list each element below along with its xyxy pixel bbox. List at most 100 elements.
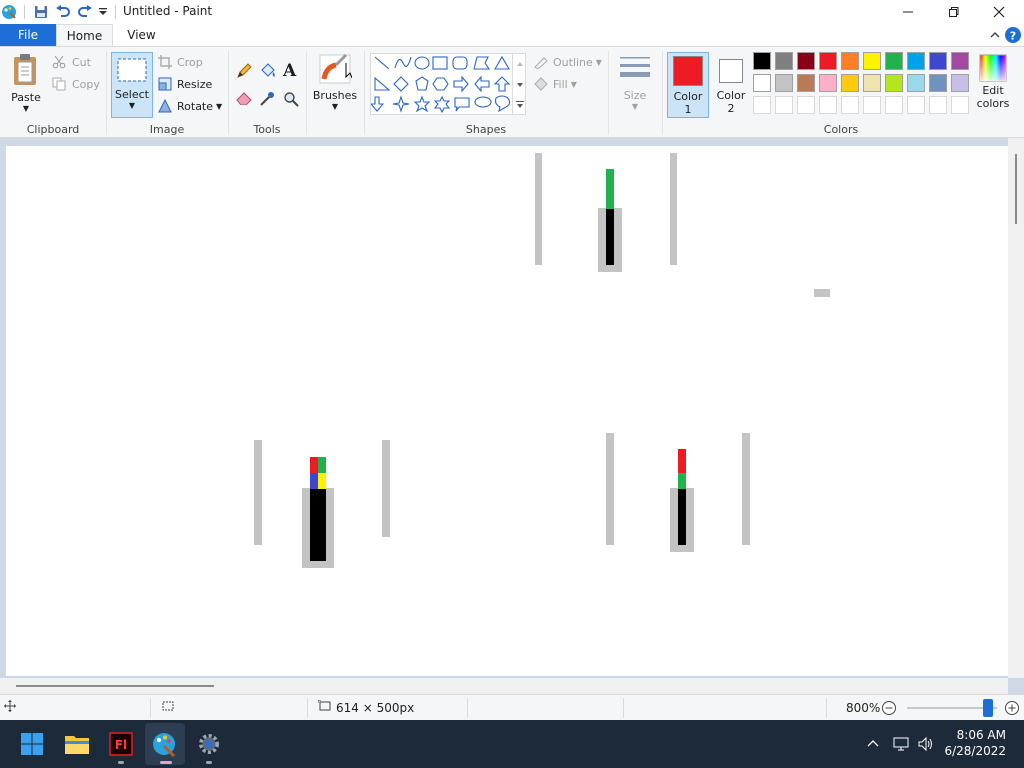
zoom-out-button[interactable] — [881, 700, 897, 719]
fill-bucket-icon[interactable] — [259, 63, 277, 79]
palette-swatch[interactable] — [841, 74, 859, 92]
maximize-button[interactable] — [930, 0, 976, 24]
palette-swatch[interactable] — [753, 74, 771, 92]
palette-swatch-empty[interactable] — [885, 96, 903, 114]
resize-button[interactable]: Resize — [158, 77, 212, 91]
color1-button[interactable]: Color 1 — [667, 52, 709, 118]
pixel-bar — [678, 449, 686, 473]
palette-swatch[interactable] — [775, 52, 793, 70]
palette-swatch[interactable] — [753, 52, 771, 70]
separator — [826, 698, 827, 718]
cut-button[interactable]: Cut — [52, 55, 91, 69]
copy-button[interactable]: Copy — [52, 77, 100, 91]
palette-swatch[interactable] — [885, 74, 903, 92]
pixel-bar — [310, 473, 318, 489]
palette-swatch[interactable] — [863, 52, 881, 70]
color1-number: 1 — [684, 103, 692, 116]
tab-home[interactable]: Home — [56, 24, 113, 46]
drawing-canvas[interactable] — [6, 146, 1008, 676]
paint-taskbar-button[interactable] — [149, 728, 181, 760]
save-icon[interactable] — [32, 3, 50, 21]
palette-swatch-empty[interactable] — [951, 96, 969, 114]
start-button[interactable] — [16, 728, 48, 760]
palette-swatch[interactable] — [929, 74, 947, 92]
palette-swatch[interactable] — [819, 74, 837, 92]
fill-button[interactable]: Fill ▼ — [533, 77, 577, 91]
palette-swatch[interactable] — [841, 52, 859, 70]
palette-swatch[interactable] — [797, 74, 815, 92]
crop-button[interactable]: Crop — [158, 55, 203, 69]
edit-colors-button[interactable]: Edit colors — [975, 52, 1011, 118]
outline-button[interactable]: Outline ▼ — [533, 55, 602, 69]
palette-swatch-empty[interactable] — [929, 96, 947, 114]
separator — [150, 698, 151, 718]
palette-swatch[interactable] — [863, 74, 881, 92]
text-tool-icon[interactable]: A — [283, 61, 296, 81]
brushes-button[interactable]: Brushes ▼ — [312, 53, 358, 119]
horizontal-scrollbar[interactable] — [0, 678, 1008, 694]
paste-button[interactable]: Paste ▼ — [6, 53, 46, 117]
scissors-icon — [52, 55, 66, 69]
help-icon[interactable]: ? — [1005, 27, 1021, 43]
vertical-scroll-thumb[interactable] — [1015, 154, 1017, 224]
paint-app-icon[interactable] — [0, 3, 18, 21]
palette-swatch[interactable] — [885, 52, 903, 70]
vertical-scrollbar[interactable] — [1008, 138, 1024, 678]
rotate-button[interactable]: Rotate ▼ — [158, 99, 222, 113]
pixel-bar — [318, 473, 326, 489]
clock-time: 8:06 AM — [956, 728, 1006, 742]
palette-swatch[interactable] — [775, 74, 793, 92]
color-picker-icon[interactable] — [259, 91, 275, 107]
color1-label: Color — [673, 90, 703, 103]
minimize-ribbon-icon[interactable] — [987, 27, 1003, 43]
palette-swatch[interactable] — [797, 52, 815, 70]
palette-swatch[interactable] — [951, 52, 969, 70]
horizontal-scroll-thumb[interactable] — [16, 685, 214, 687]
color2-button[interactable]: Color 2 — [711, 52, 751, 118]
palette-swatch[interactable] — [907, 52, 925, 70]
separator — [608, 51, 609, 135]
magnifier-icon[interactable] — [283, 91, 299, 107]
select-label: Select — [115, 88, 149, 101]
svg-text:Fl: Fl — [115, 738, 127, 752]
separator — [307, 698, 308, 718]
settings-button[interactable] — [193, 728, 225, 760]
shapes-gallery[interactable] — [369, 53, 526, 115]
pixel-bar — [606, 169, 614, 209]
palette-swatch-empty[interactable] — [907, 96, 925, 114]
volume-icon[interactable] — [915, 728, 937, 760]
system-clock[interactable]: 8:06 AM 6/28/2022 — [944, 727, 1006, 759]
zoom-slider-thumb[interactable] — [983, 699, 993, 717]
file-explorer-button[interactable] — [61, 728, 93, 760]
close-button[interactable] — [976, 0, 1022, 24]
palette-swatch[interactable] — [907, 74, 925, 92]
palette-swatch[interactable] — [951, 74, 969, 92]
palette-swatch-empty[interactable] — [753, 96, 771, 114]
tab-view[interactable]: View — [113, 24, 170, 46]
customize-quick-access-icon[interactable] — [97, 3, 109, 21]
pencil-icon[interactable] — [236, 63, 252, 79]
undo-icon[interactable] — [54, 3, 72, 21]
palette-swatch-empty[interactable] — [841, 96, 859, 114]
palette-swatch[interactable] — [929, 52, 947, 70]
palette-swatch-empty[interactable] — [775, 96, 793, 114]
select-button[interactable]: Select ▼ — [111, 52, 153, 118]
shapes-scroll[interactable] — [512, 53, 526, 115]
scroll-arrows-icon — [516, 62, 524, 108]
chevron-up-icon[interactable] — [862, 728, 884, 760]
eraser-icon[interactable] — [236, 91, 253, 105]
chevron-down-icon: ▼ — [595, 57, 602, 67]
flash-app-button[interactable]: Fl — [105, 728, 137, 760]
palette-swatch-empty[interactable] — [819, 96, 837, 114]
palette-swatch[interactable] — [819, 52, 837, 70]
redo-icon[interactable] — [76, 3, 94, 21]
size-button[interactable]: Size ▼ — [615, 53, 655, 119]
zoom-in-button[interactable] — [1004, 700, 1020, 719]
color1-swatch — [673, 56, 703, 86]
pixel-bar — [382, 440, 390, 537]
palette-swatch-empty[interactable] — [797, 96, 815, 114]
palette-swatch-empty[interactable] — [863, 96, 881, 114]
network-icon[interactable] — [890, 728, 912, 760]
minimize-button[interactable] — [885, 0, 931, 24]
tab-file[interactable]: File — [0, 24, 56, 46]
